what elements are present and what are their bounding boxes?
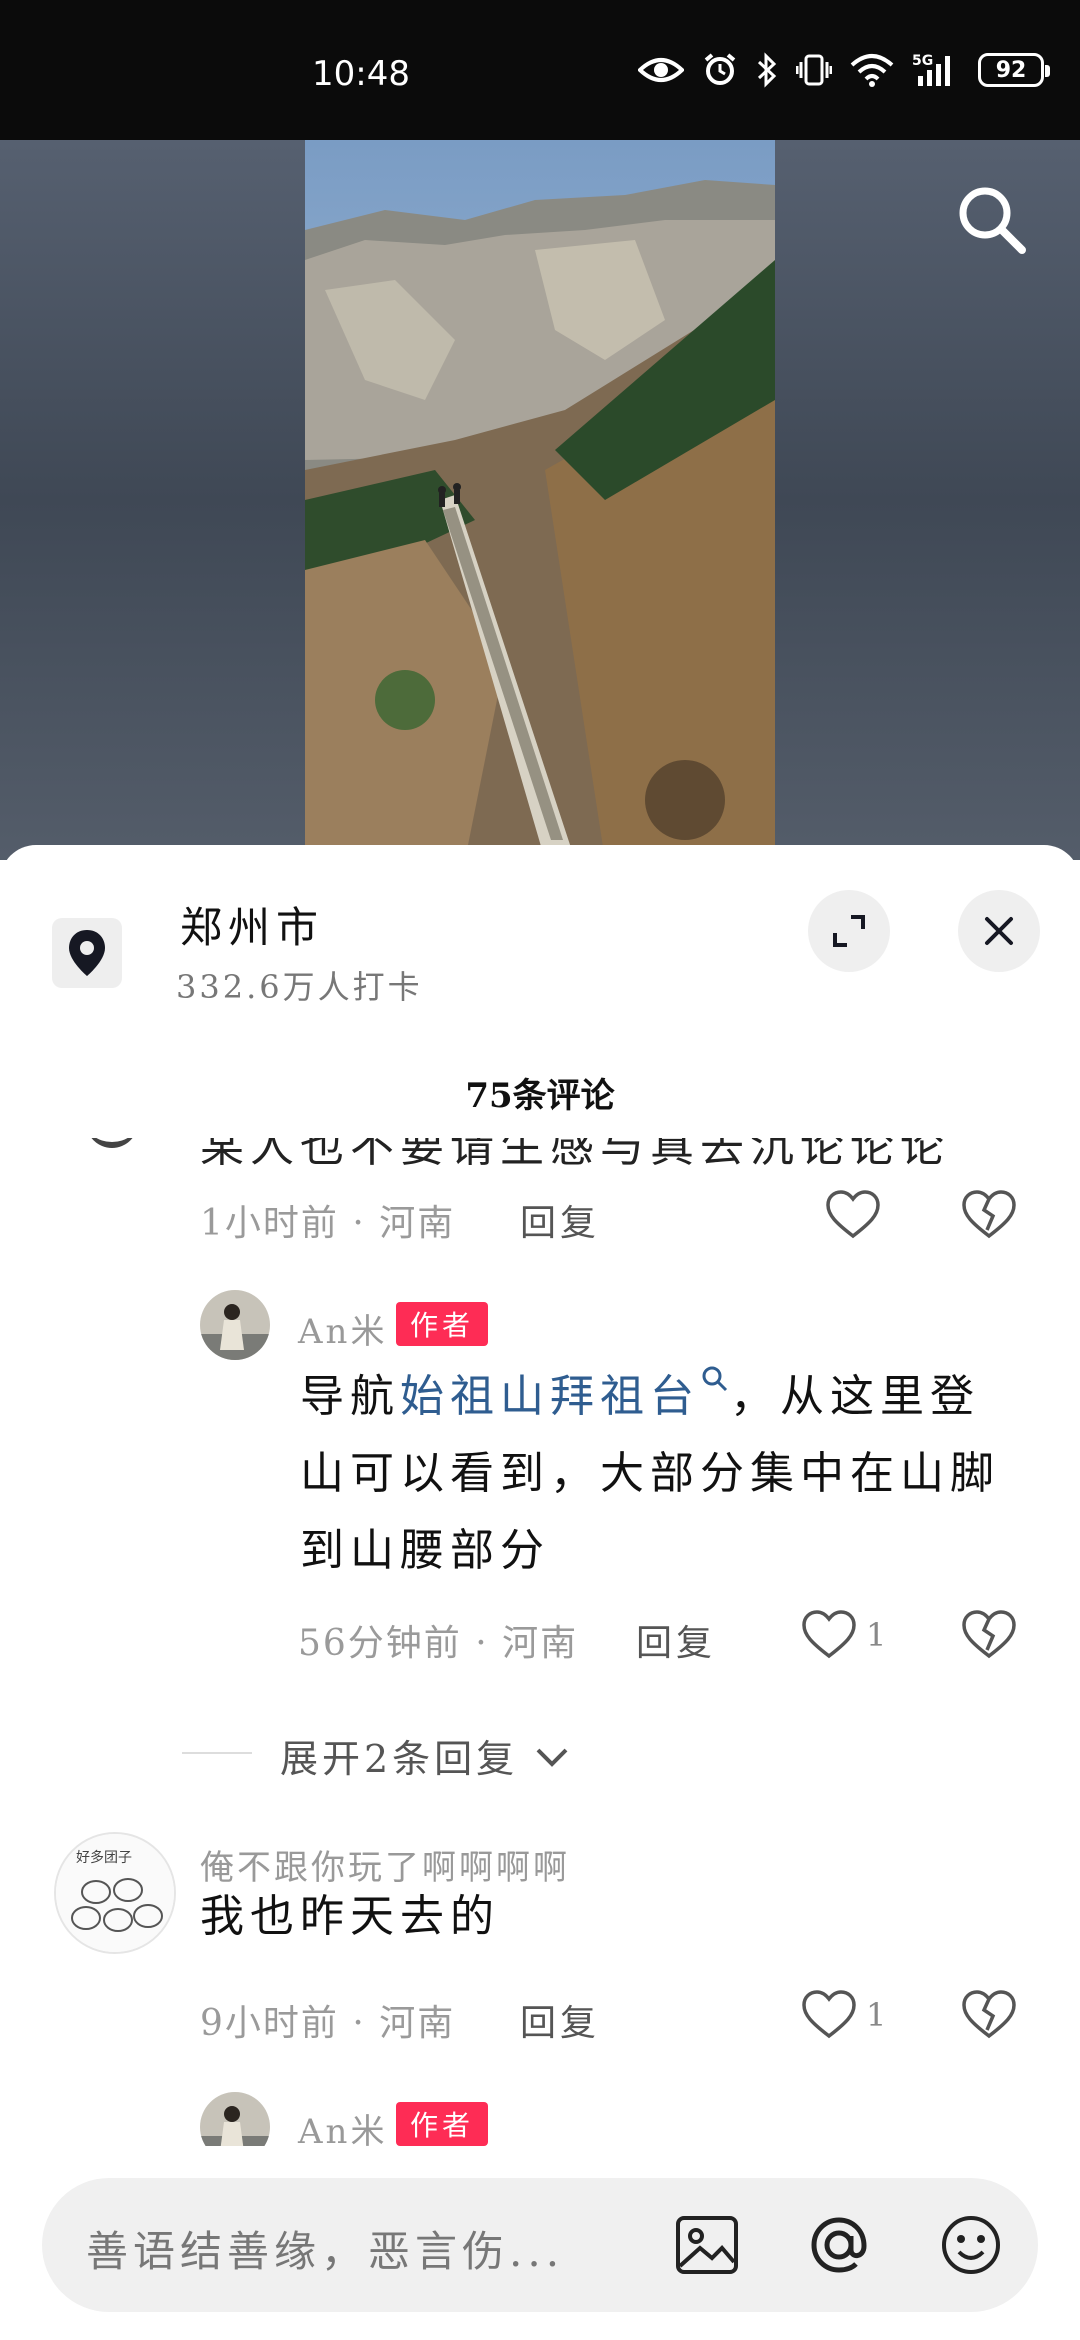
reply-button[interactable]: 回复 xyxy=(520,1994,600,2046)
status-time: 10:48 xyxy=(312,54,410,94)
at-icon[interactable] xyxy=(800,2206,878,2284)
broken-heart-icon[interactable] xyxy=(960,1186,1018,1244)
location-title[interactable]: 郑州市 xyxy=(180,894,324,955)
avatar[interactable] xyxy=(200,2092,270,2146)
keyword-text: 始祖山拜祖台 xyxy=(400,1371,700,1422)
video-preview[interactable] xyxy=(0,140,1080,860)
battery-indicator: 92 xyxy=(978,53,1050,87)
alarm-icon xyxy=(704,53,736,85)
comment-meta: 56分钟前 · 河南 xyxy=(298,1623,579,1664)
like-count: 1 xyxy=(866,1996,887,2034)
heart-icon[interactable] xyxy=(800,1606,858,1664)
image-icon[interactable] xyxy=(668,2206,746,2284)
comment-text: 我也昨天去的 xyxy=(200,1891,500,1942)
comment-text: 导航始祖山拜祖台 ，从这里登山可以看到，大部分集中在山脚到山腰部分 xyxy=(300,1358,1020,1589)
comment-meta: 1小时前 · 河南 xyxy=(200,1203,456,1244)
mountain-scene-image xyxy=(305,140,775,860)
divider xyxy=(182,1752,252,1754)
comment-text-part: 导航 xyxy=(300,1371,400,1422)
emoji-icon[interactable] xyxy=(932,2206,1010,2284)
expand-button[interactable] xyxy=(808,890,890,972)
comment-text: 某人也不要请生感与真去沉论论论 xyxy=(200,1138,950,1172)
broken-heart-icon[interactable] xyxy=(960,1986,1018,2044)
comment-count: 75条评论 xyxy=(465,1076,615,1116)
comment-list[interactable]: 某人也不要请生感与真去沉论论论 1小时前 · 河南 回复 An米 作者 导航始祖… xyxy=(0,1138,1080,2146)
search-icon xyxy=(959,187,1026,254)
svg-text:好多团子: 好多团子 xyxy=(76,1849,132,1866)
avatar[interactable]: 好多团子 xyxy=(54,1832,176,1954)
author-badge: 作者 xyxy=(396,1302,489,1346)
expand-icon xyxy=(833,915,865,947)
author-badge: 作者 xyxy=(396,2102,489,2146)
heart-icon[interactable] xyxy=(800,1986,858,2044)
status-icons: 5G 92 xyxy=(638,52,1050,88)
close-button[interactable] xyxy=(958,890,1040,972)
location-checkins: 332.6万人打卡 xyxy=(176,968,423,1006)
svg-text:5G: 5G xyxy=(912,53,933,69)
comment-input[interactable]: 善语结善缘，恶言伤... xyxy=(86,2218,564,2279)
broken-heart-icon[interactable] xyxy=(960,1606,1018,1664)
chevron-down-icon xyxy=(536,1748,568,1767)
cellular-signal-icon: 5G xyxy=(912,53,950,86)
close-icon xyxy=(985,917,1013,945)
avatar[interactable] xyxy=(86,1138,138,1148)
search-icon xyxy=(702,1366,728,1392)
location-badge[interactable] xyxy=(52,918,122,988)
expand-replies-button[interactable]: 展开2条回复 xyxy=(280,1728,570,1783)
avatar[interactable] xyxy=(200,1290,270,1360)
like-count: 1 xyxy=(866,1616,887,1654)
comment-meta: 9小时前 · 河南 xyxy=(200,2003,456,2044)
expand-replies-label: 展开2条回复 xyxy=(280,1737,519,1781)
status-bar: 10:48 5G 92 xyxy=(0,0,1080,140)
eye-icon xyxy=(638,58,684,82)
search-keyword-link[interactable]: 始祖山拜祖台 xyxy=(400,1366,730,1422)
vibrate-icon xyxy=(796,54,832,86)
location-pin-icon xyxy=(69,930,105,976)
reply-button[interactable]: 回复 xyxy=(636,1614,716,1666)
comment-author[interactable]: An米 xyxy=(298,2104,387,2146)
comment-input-bar[interactable]: 善语结善缘，恶言伤... xyxy=(42,2178,1038,2312)
video-thumbnail[interactable] xyxy=(305,140,775,860)
heart-icon[interactable] xyxy=(824,1186,882,1244)
bluetooth-icon xyxy=(757,52,777,88)
comment-author[interactable]: An米 xyxy=(298,1304,387,1353)
search-button[interactable] xyxy=(952,180,1032,260)
reply-button[interactable]: 回复 xyxy=(520,1194,600,1246)
wifi-icon xyxy=(850,54,894,87)
